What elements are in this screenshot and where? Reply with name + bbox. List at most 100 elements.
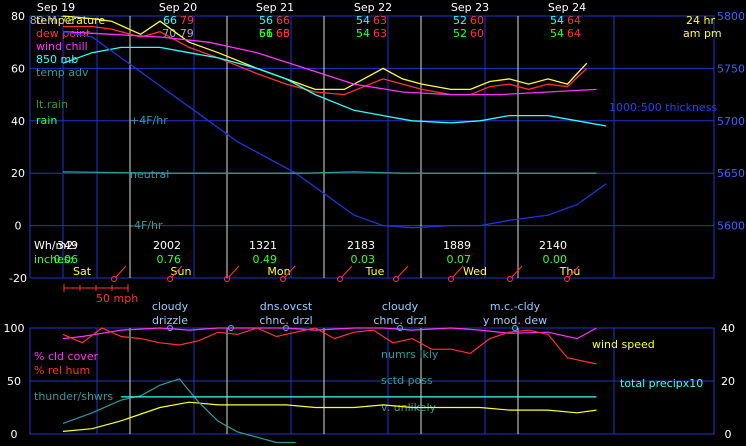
lower-right-axis-labels: 40 20 0 bbox=[721, 322, 735, 441]
series-line-wind-chill bbox=[62, 31, 597, 96]
lower-series bbox=[62, 327, 597, 444]
label-sctd-poss: sctd poss bbox=[381, 374, 433, 387]
wh-value: 1889 bbox=[443, 239, 471, 252]
label-numrs-lkly: numrs lkly bbox=[381, 348, 439, 361]
date-label: Sep 24 bbox=[548, 1, 586, 14]
y2-tick-label: 5700 bbox=[717, 115, 745, 128]
wind-barb-circle bbox=[507, 276, 513, 282]
label-thickness: 1000:500 thickness bbox=[609, 101, 717, 114]
weather-meteogram: Sep 19 Sep 20 Sep 21 Sep 22 Sep 23 Sep 24 80 6… bbox=[4, 1, 745, 444]
y2-tick-label: 5600 bbox=[717, 220, 745, 233]
wind-barb-staff bbox=[115, 265, 127, 278]
wind-barb-staff bbox=[511, 265, 523, 278]
day-temp-hi-2: 54 bbox=[356, 27, 370, 40]
legend-total-precip: total precipx10 bbox=[620, 377, 703, 390]
upper-y-axis-labels: 80 60 40 20 0 -20 bbox=[9, 10, 27, 285]
date-label: Sep 23 bbox=[451, 1, 489, 14]
lower-y-tick-label: 100 bbox=[4, 322, 25, 335]
lower-y-tick-label: 0 bbox=[11, 428, 18, 441]
lower-y2-tick-label: 0 bbox=[725, 428, 732, 441]
sky-label: cloudy bbox=[382, 300, 419, 313]
label-ampm: am pm bbox=[683, 27, 722, 40]
label-neutral: neutral bbox=[130, 168, 169, 181]
y2-tick-label: 5650 bbox=[717, 167, 745, 180]
date-label: Sep 19 bbox=[37, 1, 75, 14]
day-temp-lo: 79 bbox=[180, 14, 194, 27]
legend-dew-point: dew point bbox=[36, 27, 91, 40]
label-24hr: 24 hr bbox=[686, 14, 715, 27]
daily-temperature-values: 80 M 7870 7966 79 56 6656 6654 6354 6352 6052 60… bbox=[30, 14, 581, 40]
wh-value: 349 bbox=[57, 239, 78, 252]
wh-value: 2002 bbox=[153, 239, 181, 252]
day-temp-hi: 54 bbox=[356, 14, 370, 27]
legend-wind-speed: wind speed bbox=[592, 338, 655, 351]
day-name: Mon bbox=[267, 265, 290, 278]
wind-scale-label: 50 mph bbox=[96, 292, 138, 305]
wind-barb-circle bbox=[448, 276, 454, 282]
date-labels: Sep 19 Sep 20 Sep 21 Sep 22 Sep 23 Sep 24 bbox=[37, 1, 586, 14]
y2-tick-label: 5800 bbox=[717, 10, 745, 23]
day-temp-lo: 60 bbox=[470, 14, 484, 27]
day-temp-hi: 56 bbox=[259, 14, 273, 27]
lower-y2-tick-label: 40 bbox=[721, 322, 735, 335]
wind-barb-staff bbox=[228, 265, 240, 278]
wind-scale: 50 mph bbox=[63, 284, 138, 305]
y-tick-label: 0 bbox=[15, 220, 22, 233]
lower-y-axis-labels: 100 50 0 bbox=[4, 322, 25, 441]
wind-barb-staff bbox=[341, 265, 353, 278]
date-label: Sep 20 bbox=[159, 1, 197, 14]
day-temp-hi-2: 54 bbox=[550, 27, 564, 40]
day-temp-lo-2: 60 bbox=[470, 27, 484, 40]
wind-barb-staff bbox=[452, 265, 464, 278]
day-name: Sat bbox=[73, 265, 92, 278]
date-label: Sep 21 bbox=[256, 1, 294, 14]
y-tick-label: 80 bbox=[11, 10, 25, 23]
label-minus4: -4F/hr bbox=[130, 219, 163, 232]
day-temp-lo-2: 63 bbox=[373, 27, 387, 40]
day-temp-lo-2: 64 bbox=[567, 27, 581, 40]
date-label: Sep 22 bbox=[354, 1, 392, 14]
wh-value: 2140 bbox=[539, 239, 567, 252]
legend-rel-hum: % rel hum bbox=[34, 364, 90, 377]
label-plus4: +4F/hr bbox=[130, 114, 168, 127]
y-tick-label: 60 bbox=[11, 62, 25, 75]
wind-barb-staff bbox=[397, 265, 409, 278]
legend-rain: rain bbox=[36, 114, 57, 127]
wh-value: 2183 bbox=[347, 239, 375, 252]
series-line-dew-point bbox=[63, 25, 588, 96]
sky-label: dns.ovcst bbox=[260, 300, 313, 313]
legend-thunder: thunder/shwrs bbox=[34, 390, 113, 403]
wh-values: 349 2002 1321 2183 1889 2140 bbox=[57, 239, 567, 252]
day-temp-hi: 52 bbox=[453, 14, 467, 27]
day-temp-hi-2: 52 bbox=[453, 27, 467, 40]
day-name: Wed bbox=[463, 265, 487, 278]
wh-value: 1321 bbox=[249, 239, 277, 252]
y2-tick-label: 5750 bbox=[717, 62, 745, 75]
day-temp-hi: 54 bbox=[550, 14, 564, 27]
lower-y-tick-label: 50 bbox=[7, 375, 21, 388]
legend-wind-chill: wind chill bbox=[36, 40, 88, 53]
day-name: Tue bbox=[365, 265, 385, 278]
sky-label: m.c.-cldy bbox=[490, 300, 541, 313]
day-temp-lo: 63 bbox=[373, 14, 387, 27]
upper-right-axis-labels: 5800 5750 5700 5650 5600 bbox=[717, 10, 745, 233]
y-tick-label: 40 bbox=[11, 115, 25, 128]
day-temp-lo-2: 63 bbox=[276, 27, 290, 40]
y-tick-label: 20 bbox=[11, 167, 25, 180]
series-line-1000-500-thickness bbox=[62, 31, 607, 229]
series-line-thunder-shwrs bbox=[62, 378, 296, 444]
day-names: Sat Sun Mon Tue Wed Thu bbox=[73, 265, 580, 278]
series-line-temperature bbox=[62, 15, 588, 91]
series-line-wind-speed bbox=[62, 401, 597, 432]
wind-barb-circle bbox=[111, 276, 117, 282]
inch-values: 0.06 0.76 0.49 0.03 0.07 0.00 bbox=[54, 253, 568, 266]
day-temp-lo: 66 bbox=[276, 14, 290, 27]
legend-temp-adv: temp adv bbox=[36, 66, 89, 79]
sky-label: cloudy bbox=[152, 300, 189, 313]
y-tick-label: -20 bbox=[9, 272, 27, 285]
legend-lt-rain: lt.rain bbox=[36, 98, 68, 111]
sky-condition-labels: cloudydrizzledns.ovcstchnc. drzlcloudych… bbox=[152, 300, 547, 331]
day-temp-hi-2: 61 bbox=[259, 27, 273, 40]
day-temp-lo: 64 bbox=[567, 14, 581, 27]
legend-cld-cover: % cld cover bbox=[34, 350, 99, 363]
